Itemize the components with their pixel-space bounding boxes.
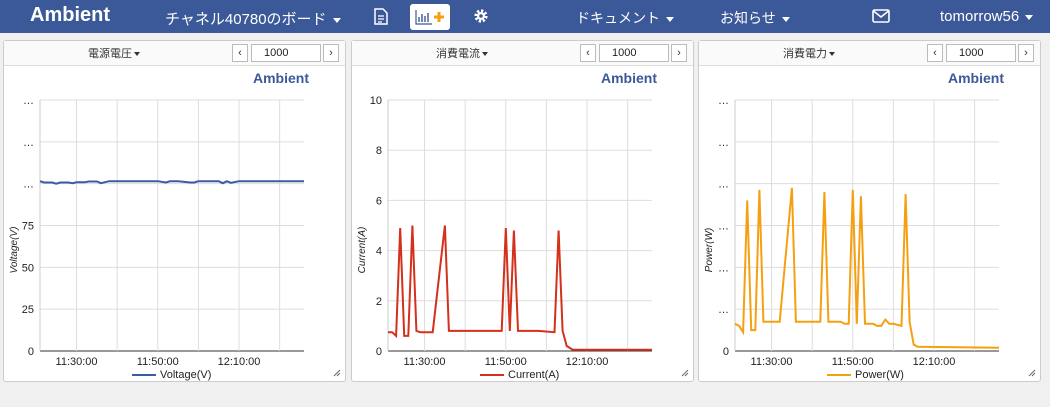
current-line: [388, 225, 652, 351]
panel-header: 消費電流 ‹ ›: [352, 41, 693, 66]
docs-menu-label: ドキュメント: [576, 10, 660, 26]
next-range-button[interactable]: ›: [1018, 44, 1034, 62]
user-name: tomorrow56: [940, 8, 1020, 25]
top-navbar: Ambient チャネル40780のボード ドキュメント お知らせ tomorr…: [0, 0, 1050, 33]
chart-gridlines: [387, 99, 652, 352]
range-input[interactable]: [599, 44, 669, 62]
gear-icon[interactable]: [470, 6, 492, 26]
x-tick-label: 12:10:00: [218, 356, 261, 368]
x-tick-label: 11:50:00: [137, 356, 179, 368]
prev-range-button[interactable]: ‹: [232, 44, 248, 62]
chevron-down-icon: [332, 17, 341, 23]
voltage-chart: Ambient 0 25 50 75 … … … 11:30:00 11:50:00 12:10…: [9, 70, 309, 381]
y-tick-label: 0: [723, 346, 729, 358]
legend-label: Power(W): [855, 369, 904, 381]
chevron-down-icon: [666, 16, 674, 22]
docs-menu[interactable]: ドキュメント: [576, 8, 674, 28]
chart-panel-voltage: 電源電圧 ‹ › Ambient 0 25 50 75 … … … 11:30:00 11:5…: [3, 40, 346, 382]
resize-grip-icon[interactable]: [333, 369, 341, 377]
y-tick-label: 6: [376, 195, 382, 207]
x-tick-label: 11:30:00: [404, 356, 446, 368]
y-tick-label: 0: [376, 346, 382, 358]
prev-range-button[interactable]: ‹: [580, 44, 596, 62]
y-tick-label: 75: [22, 221, 34, 233]
x-axis-ticks: 11:30:00 11:50:00 12:10:00: [56, 356, 261, 368]
page-scroll-area: [0, 390, 1050, 407]
y-tick-label: …: [718, 179, 729, 191]
y-axis-ticks: 0 2 4 6 8 10: [370, 95, 382, 358]
ambient-watermark: Ambient: [601, 70, 657, 86]
y-tick-label: …: [718, 262, 729, 274]
x-tick-label: 11:50:00: [832, 356, 874, 368]
y-tick-label: …: [23, 179, 34, 191]
chart-select-dropdown[interactable]: 消費電流: [352, 45, 572, 61]
board-dropdown[interactable]: チャネル40780のボード: [165, 8, 341, 29]
x-tick-label: 11:30:00: [56, 356, 98, 368]
y-axis-ticks: 0 25 50 75 … … …: [22, 95, 34, 358]
y-tick-label: 2: [376, 296, 382, 308]
chevron-down-icon: [1025, 14, 1034, 20]
panel-header: 電源電圧 ‹ ›: [4, 41, 345, 66]
chevron-down-icon: [829, 52, 835, 57]
y-axis-label: Voltage(V): [9, 227, 20, 274]
ambient-watermark: Ambient: [253, 70, 309, 86]
y-axis-ticks: 0 … … … … … …: [718, 95, 729, 358]
chevron-down-icon: [482, 52, 488, 57]
x-tick-label: 12:10:00: [913, 356, 956, 368]
y-tick-label: 4: [376, 246, 382, 258]
add-chart-icon[interactable]: [410, 4, 450, 30]
chart-gridlines: [39, 99, 304, 352]
chart-panel-power: 消費電力 ‹ › Ambient 0 … … … … … … 11:30:00 11:50:0…: [698, 40, 1041, 382]
resize-grip-icon[interactable]: [1028, 369, 1036, 377]
power-chart: Ambient 0 … … … … … … 11:30:00 11:50:00 12:10:00…: [704, 70, 1004, 381]
chart-select-label: 電源電圧: [88, 48, 132, 60]
next-range-button[interactable]: ›: [323, 44, 339, 62]
y-tick-label: …: [718, 95, 729, 107]
x-tick-label: 11:50:00: [485, 356, 527, 368]
chart-panel-current: 消費電流 ‹ › Ambient 0 2 4 6 8 10 11:30:00 11:50:0…: [351, 40, 694, 382]
y-tick-label: 10: [370, 95, 382, 107]
chart-gridlines: [734, 99, 999, 352]
y-axis-label: Power(W): [704, 228, 715, 272]
y-tick-label: 25: [22, 304, 34, 316]
chart-select-dropdown[interactable]: 消費電力: [699, 45, 919, 61]
panel-header: 消費電力 ‹ ›: [699, 41, 1040, 66]
document-icon[interactable]: [370, 6, 392, 26]
chevron-down-icon: [134, 52, 140, 57]
y-tick-label: 8: [376, 145, 382, 157]
legend-label: Voltage(V): [160, 369, 211, 381]
next-range-button[interactable]: ›: [671, 44, 687, 62]
y-tick-label: …: [718, 221, 729, 233]
y-tick-label: …: [23, 95, 34, 107]
ambient-watermark: Ambient: [948, 70, 1004, 86]
y-tick-label: …: [23, 137, 34, 149]
current-chart: Ambient 0 2 4 6 8 10 11:30:00 11:50:00 12:10:00…: [357, 70, 657, 381]
y-tick-label: 50: [22, 262, 34, 274]
user-menu[interactable]: tomorrow56: [940, 8, 1034, 25]
y-tick-label: 0: [28, 346, 34, 358]
range-input[interactable]: [946, 44, 1016, 62]
prev-range-button[interactable]: ‹: [927, 44, 943, 62]
news-menu[interactable]: お知らせ: [720, 8, 790, 28]
brand-logo[interactable]: Ambient: [30, 4, 110, 27]
y-tick-label: …: [718, 137, 729, 149]
y-tick-label: …: [718, 304, 729, 316]
chart-select-label: 消費電流: [436, 48, 480, 60]
chart-select-dropdown[interactable]: 電源電圧: [4, 45, 224, 61]
legend-label: Current(A): [508, 369, 559, 381]
range-input[interactable]: [251, 44, 321, 62]
news-menu-label: お知らせ: [720, 10, 776, 26]
mail-icon[interactable]: [870, 6, 892, 26]
resize-grip-icon[interactable]: [681, 369, 689, 377]
chevron-down-icon: [781, 16, 790, 22]
y-axis-label: Current(A): [357, 227, 368, 274]
x-tick-label: 11:30:00: [751, 356, 793, 368]
x-tick-label: 12:10:00: [566, 356, 609, 368]
x-axis-ticks: 11:30:00 11:50:00 12:10:00: [404, 356, 609, 368]
board-dropdown-label: チャネル40780のボード: [165, 11, 327, 28]
chart-select-label: 消費電力: [783, 48, 827, 60]
x-axis-ticks: 11:30:00 11:50:00 12:10:00: [751, 356, 956, 368]
